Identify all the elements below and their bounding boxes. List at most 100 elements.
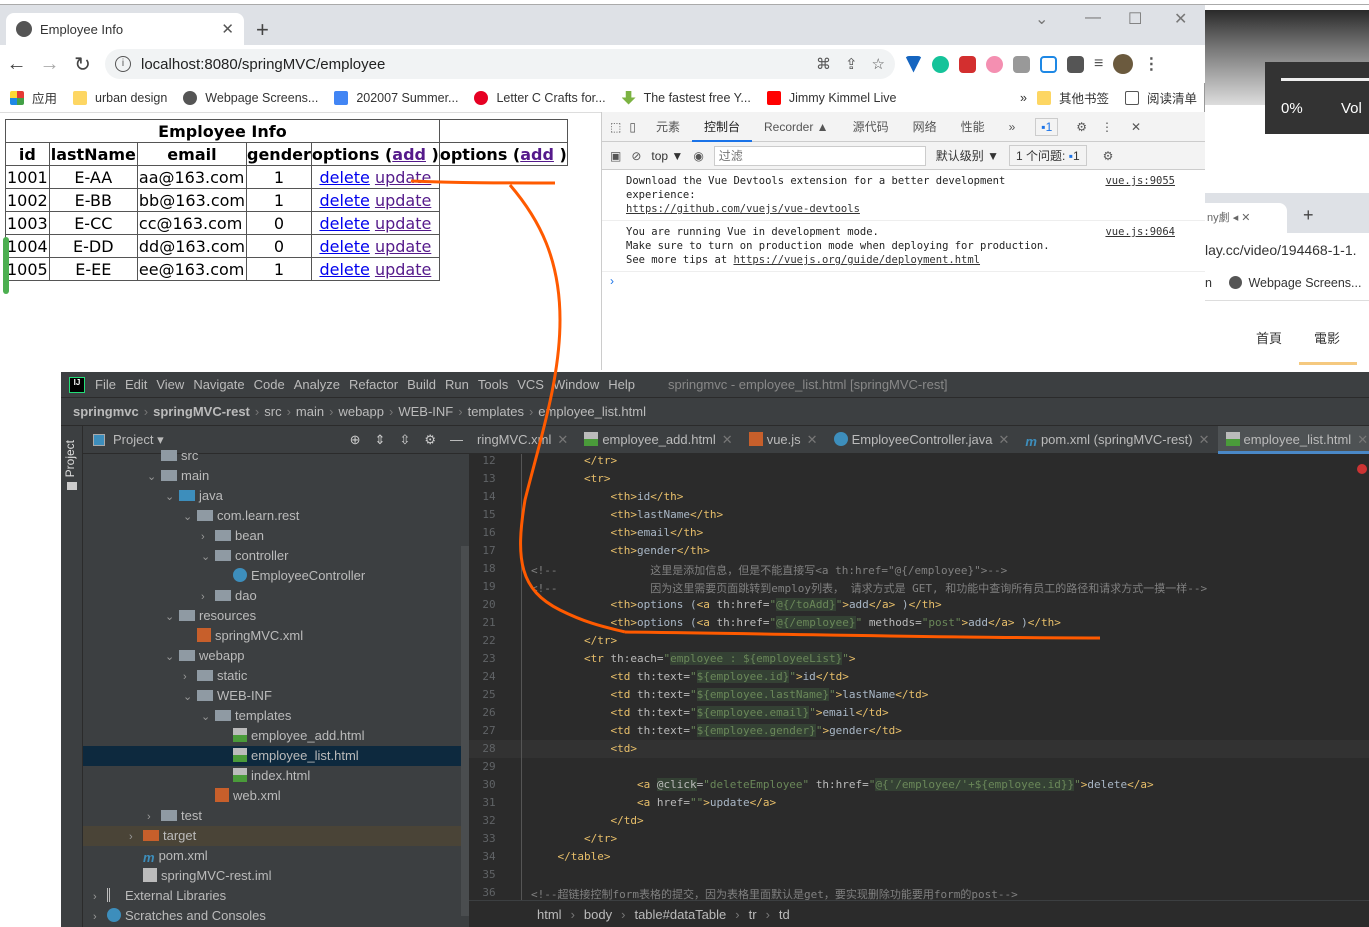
editor-tab[interactable]: employee_add.html ✕ — [576, 426, 740, 454]
code-line[interactable]: <tr th:each="employee : ${employeeList}"… — [531, 652, 856, 665]
share-icon[interactable]: ⇪ — [845, 55, 858, 73]
console-filter-input[interactable] — [713, 145, 926, 166]
editor-tab[interactable]: employee_list.html ✕ — [1217, 425, 1369, 454]
menu-run[interactable]: Run — [445, 377, 469, 392]
close-window-button[interactable]: ✕ — [1174, 9, 1187, 29]
more-bookmarks-button[interactable]: » — [1020, 91, 1027, 105]
project-scrollbar[interactable] — [461, 546, 469, 916]
reading-list-button[interactable]: 阅读清单 — [1124, 88, 1197, 107]
devtools-tab-elements[interactable]: 元素 — [644, 112, 692, 142]
delete-link[interactable]: delete — [319, 191, 369, 210]
tree-item[interactable]: ⌄ controller — [83, 546, 469, 566]
menu-tools[interactable]: Tools — [478, 377, 508, 392]
info-icon[interactable]: i — [115, 56, 131, 72]
expand-chevron-icon[interactable]: ⌄ — [165, 647, 179, 667]
close-tab-icon[interactable]: ✕ — [557, 432, 568, 447]
tree-item[interactable]: springMVC-rest.iml — [83, 866, 469, 886]
update-link[interactable]: update — [375, 191, 431, 210]
nav-home[interactable]: 首頁 — [1256, 328, 1282, 347]
bookmark-other[interactable]: 其他书签 — [1036, 88, 1109, 107]
close-tab-icon[interactable]: ✕ — [221, 20, 234, 38]
tree-item[interactable]: ⌄ WEB-INF — [83, 686, 469, 706]
expand-chevron-icon[interactable]: › — [201, 587, 215, 607]
grammarly-icon[interactable] — [932, 55, 949, 73]
delete-link[interactable]: delete — [319, 237, 369, 256]
menu-window[interactable]: Window — [553, 377, 599, 392]
expand-chevron-icon[interactable]: ⌄ — [201, 547, 215, 567]
volume-bar[interactable] — [1281, 78, 1369, 81]
context-selector[interactable]: top ▼ — [651, 149, 683, 163]
expand-chevron-icon[interactable]: ⌄ — [165, 487, 179, 507]
bookmark-webpage-screens[interactable]: Webpage Screens... — [183, 90, 318, 105]
code-line[interactable]: </tr> — [531, 634, 617, 647]
tree-item[interactable]: ⌄ webapp — [83, 646, 469, 666]
reload-button[interactable]: ↻ — [66, 52, 99, 77]
menu-help[interactable]: Help — [608, 377, 635, 392]
code-line[interactable]: <th>email</th> — [531, 526, 703, 539]
devtools-tab-network[interactable]: 网络 — [901, 112, 949, 142]
code-line[interactable]: <td th:text="${employee.gender}">gender<… — [531, 724, 902, 737]
code-line[interactable]: </td> — [531, 814, 643, 827]
tree-item[interactable]: src — [83, 446, 469, 466]
bg-url[interactable]: lay.cc/video/194468-1-1. — [1205, 242, 1357, 258]
expand-chevron-icon[interactable]: › — [93, 907, 107, 927]
tree-item[interactable]: › test — [83, 806, 469, 826]
editor-tab[interactable]: EmployeeController.java ✕ — [826, 426, 1018, 454]
close-devtools-icon[interactable]: ✕ — [1131, 120, 1141, 134]
console-link[interactable]: https://github.com/vuejs/vue-devtools — [626, 203, 860, 215]
editor-tab[interactable]: vue.js ✕ — [741, 426, 826, 454]
translate-icon[interactable]: ⌘ — [816, 55, 831, 73]
breadcrumb-item[interactable]: main — [296, 404, 324, 419]
device-toolbar-icon[interactable]: ▯ — [629, 120, 636, 134]
menu-build[interactable]: Build — [407, 377, 436, 392]
breadcrumb-item[interactable]: springMVC-rest — [153, 404, 250, 419]
issues-badge-button[interactable]: ▪1 — [1035, 117, 1059, 136]
tree-item[interactable]: springMVC.xml — [83, 626, 469, 646]
new-tab-button[interactable]: + — [1303, 205, 1314, 226]
tree-item[interactable]: › dao — [83, 586, 469, 606]
tree-item[interactable]: m pom.xml — [83, 846, 469, 866]
extension-vpn-icon[interactable] — [905, 55, 922, 73]
code-line[interactable]: <a href="">update</a> — [531, 796, 776, 809]
code-line[interactable]: <td th:text="${employee.email}">email</t… — [531, 706, 889, 719]
inspect-element-icon[interactable]: ⬚ — [610, 120, 621, 134]
tree-item[interactable]: ⌄ resources — [83, 606, 469, 626]
structure-path-item[interactable]: table#dataTable — [634, 907, 726, 922]
browser-tab[interactable]: Employee Info ✕ — [6, 13, 244, 45]
expand-chevron-icon[interactable]: ⌄ — [201, 707, 215, 727]
menu-vcs[interactable]: VCS — [517, 377, 544, 392]
menu-file[interactable]: File — [95, 377, 116, 392]
tree-item[interactable]: › bean — [83, 526, 469, 546]
devtools-tab-recorder[interactable]: Recorder ▲ — [752, 112, 841, 142]
tree-item[interactable]: › static — [83, 666, 469, 686]
bookmark-letter-c-crafts[interactable]: Letter C Crafts for... — [474, 90, 606, 105]
chrome-menu-icon[interactable]: ⋮ — [1143, 54, 1159, 74]
breadcrumb-item[interactable]: employee_list.html — [538, 404, 646, 419]
tree-item[interactable]: employee_add.html — [83, 726, 469, 746]
expand-chevron-icon[interactable]: ⌄ — [183, 507, 197, 527]
tree-item[interactable]: ⌄ java — [83, 486, 469, 506]
console-settings-icon[interactable]: ⚙ — [1103, 149, 1114, 163]
menu-code[interactable]: Code — [254, 377, 285, 392]
extension-copy-icon[interactable] — [1013, 55, 1030, 73]
extension-doc-icon[interactable] — [1040, 55, 1057, 73]
delete-link[interactable]: delete — [319, 168, 369, 187]
back-button[interactable]: ← — [0, 53, 33, 76]
minimize-button[interactable]: — — [1085, 9, 1101, 27]
code-line[interactable]: </tr> — [531, 832, 617, 845]
editor-tab[interactable]: ringMVC.xml ✕ — [469, 426, 576, 454]
close-tab-icon[interactable]: ✕ — [1241, 212, 1250, 224]
tree-item[interactable]: › External Libraries — [83, 886, 469, 906]
breadcrumb-item[interactable]: src — [264, 404, 281, 419]
bookmark-star-icon[interactable]: ☆ — [872, 55, 885, 73]
code-line[interactable]: <th>options (<a th:href="@{/toAdd}">add<… — [531, 598, 942, 611]
settings-gear-icon[interactable]: ⚙ — [1076, 120, 1087, 134]
expand-chevron-icon[interactable]: ⌄ — [183, 687, 197, 707]
console-source-link[interactable]: vue.js:9064 — [1105, 225, 1175, 239]
editor-tab[interactable]: m pom.xml (springMVC-rest) ✕ — [1017, 426, 1217, 454]
error-indicator-icon[interactable] — [1357, 464, 1367, 474]
menu-view[interactable]: View — [156, 377, 184, 392]
tree-item[interactable]: ⌄ templates — [83, 706, 469, 726]
close-tab-icon[interactable]: ✕ — [722, 432, 733, 447]
maximize-button[interactable]: ☐ — [1128, 9, 1142, 29]
